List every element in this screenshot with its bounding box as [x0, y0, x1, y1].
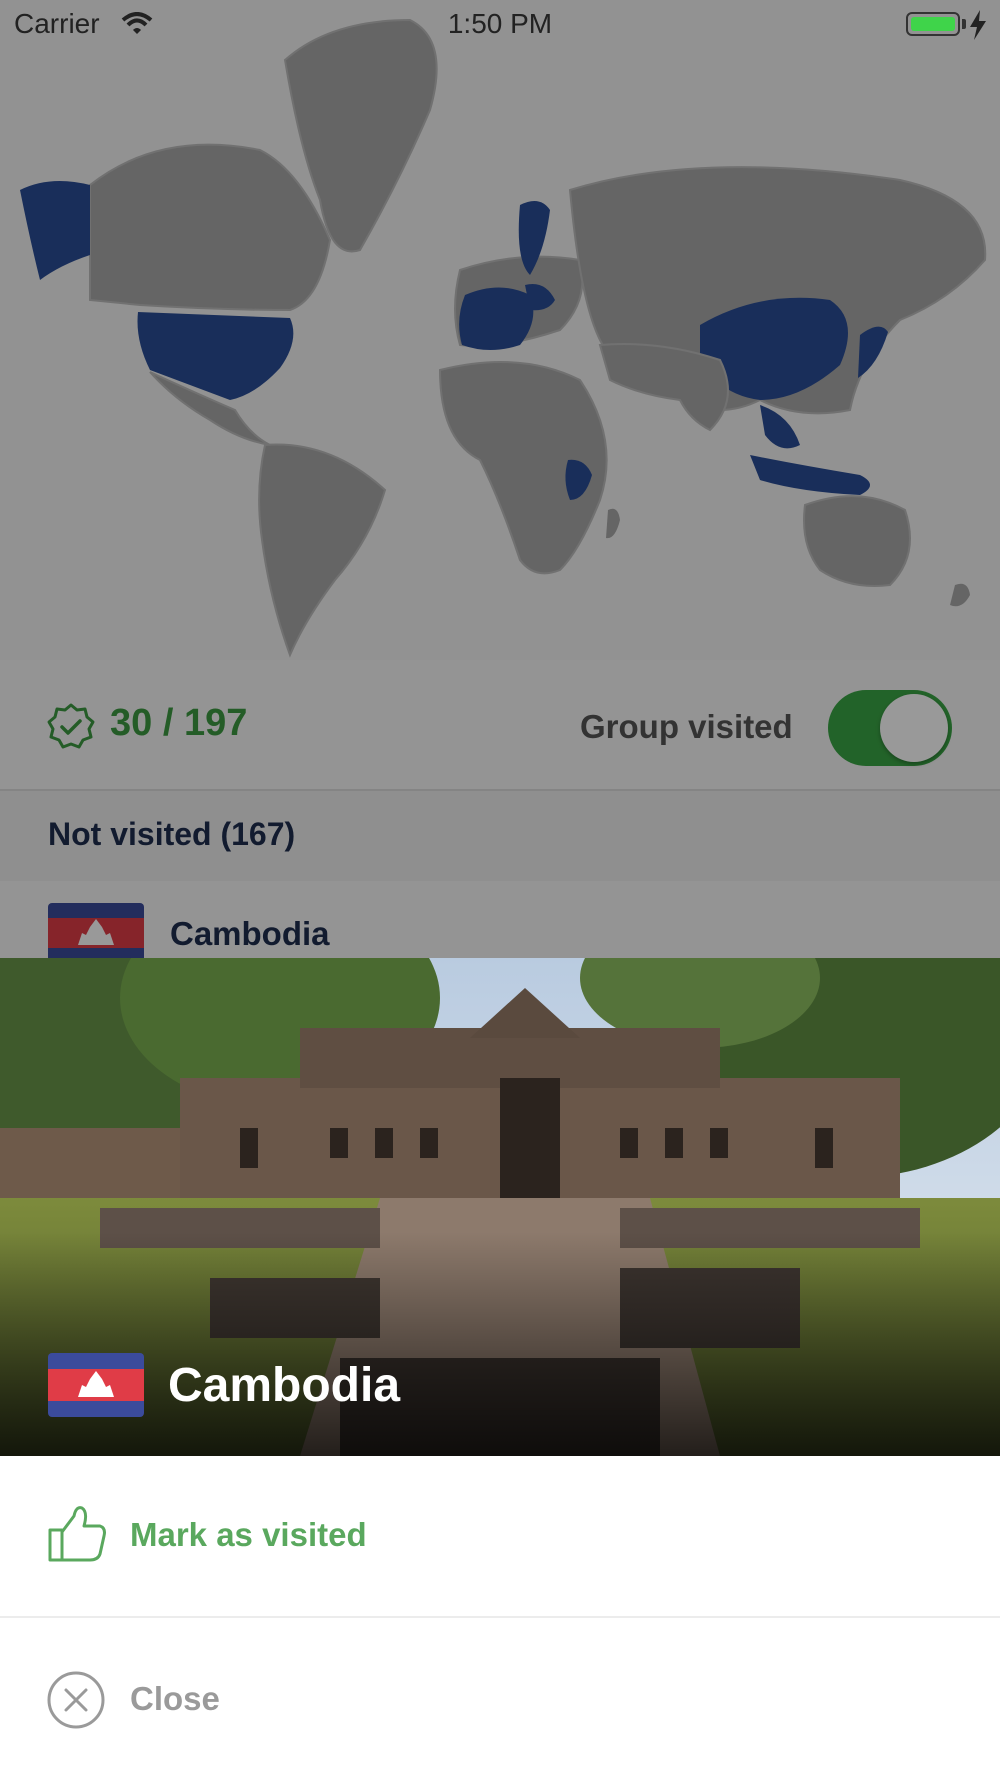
- country-sheet: Cambodia Mark as visited Close: [0, 958, 1000, 1778]
- cambodia-flag-icon: [48, 1353, 144, 1417]
- thumbs-up-icon: [46, 1502, 108, 1569]
- clock-label: 1:50 PM: [447, 8, 553, 39]
- country-hero-image: [0, 958, 1000, 1456]
- status-bar: Carrier 1:50 PM: [0, 0, 1000, 50]
- battery-icon: [906, 12, 960, 36]
- battery-tip-icon: [962, 19, 966, 29]
- country-title: Cambodia: [168, 1359, 401, 1412]
- modal-backdrop[interactable]: [0, 0, 1000, 958]
- close-button[interactable]: Close: [0, 1618, 1000, 1778]
- close-label: Close: [130, 1680, 220, 1717]
- mark-as-visited-label: Mark as visited: [130, 1516, 367, 1553]
- close-circle-icon: [46, 1670, 106, 1735]
- mark-as-visited-button[interactable]: Mark as visited: [0, 1456, 1000, 1616]
- background-app: Carrier 1:50 PM 30 / 197 Group visited N…: [0, 0, 1000, 958]
- screen: Carrier 1:50 PM 30 / 197 Group visited N…: [0, 0, 1000, 1778]
- charging-bolt-icon: [968, 10, 988, 45]
